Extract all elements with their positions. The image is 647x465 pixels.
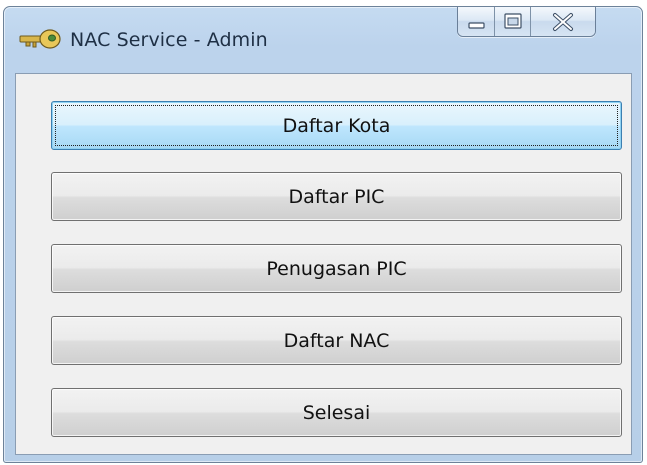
title-bar[interactable]: NAC Service - Admin bbox=[4, 7, 642, 73]
key-icon[interactable] bbox=[18, 27, 62, 51]
maximize-icon bbox=[504, 13, 522, 29]
minimize-button[interactable] bbox=[458, 7, 495, 36]
client-area: Daftar Kota Daftar PIC Penugasan PIC Daf… bbox=[15, 73, 632, 455]
window-controls bbox=[457, 7, 596, 37]
maximize-button[interactable] bbox=[495, 7, 531, 36]
daftar-pic-button[interactable]: Daftar PIC bbox=[51, 172, 622, 221]
daftar-nac-button[interactable]: Daftar NAC bbox=[51, 316, 622, 365]
close-button[interactable] bbox=[531, 7, 595, 36]
close-icon bbox=[553, 13, 573, 31]
penugasan-pic-button[interactable]: Penugasan PIC bbox=[51, 244, 622, 293]
window-title: NAC Service - Admin bbox=[70, 29, 268, 51]
selesai-button[interactable]: Selesai bbox=[51, 388, 622, 437]
daftar-kota-button[interactable]: Daftar Kota bbox=[51, 101, 622, 150]
minimize-icon bbox=[468, 22, 485, 29]
app-window: NAC Service - Admin Daftar Kota Daftar P… bbox=[3, 6, 643, 463]
